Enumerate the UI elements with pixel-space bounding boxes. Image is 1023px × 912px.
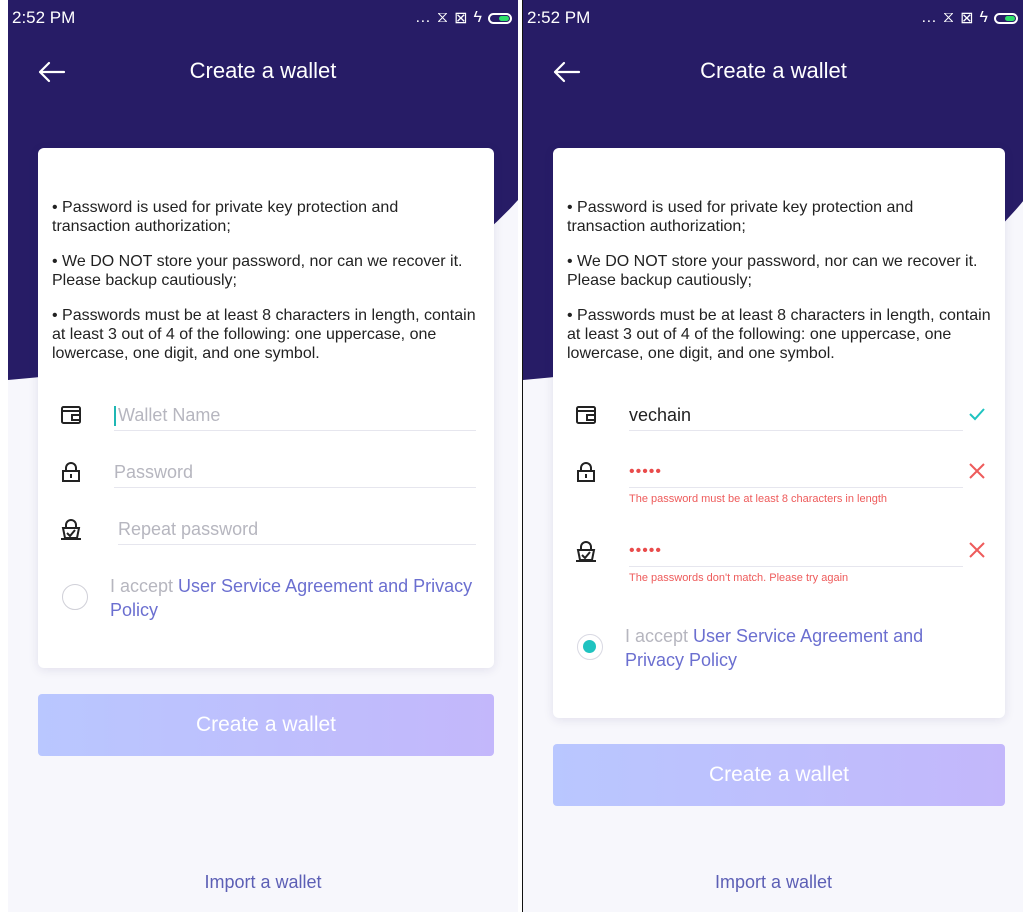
agreement-prefix: I accept (625, 626, 694, 646)
wallet-name-input[interactable]: vechain (629, 400, 963, 431)
agreement-text: I accept User Service Agreement and Priv… (625, 624, 985, 672)
repeat-password-field[interactable]: ••••• The passwords don't match. Please … (575, 536, 987, 584)
repeat-password-error-message: The passwords don't match. Please try ag… (629, 572, 849, 584)
accept-radio[interactable] (62, 584, 88, 610)
repeat-password-input[interactable]: ••••• (629, 536, 963, 567)
import-wallet-link[interactable]: Import a wallet (523, 872, 1023, 893)
password-field[interactable]: ••••• The password must be at least 8 ch… (575, 457, 987, 505)
wallet-name-field[interactable]: vechain (575, 400, 987, 440)
wifi-icon: ⧖ (436, 9, 449, 26)
status-time: 2:52 PM (527, 8, 591, 27)
repeat-password-field[interactable]: Repeat password (60, 514, 476, 554)
status-icons: … ⧖ ⊠ ϟ (921, 8, 1018, 28)
agreement-prefix: I accept (110, 576, 179, 596)
password-tips: • Password is used for private key prote… (52, 198, 480, 379)
status-icons: … ⧖ ⊠ ϟ (415, 8, 512, 28)
more-icon: … (920, 9, 937, 26)
password-input[interactable]: ••••• (629, 457, 963, 488)
form-card: • Password is used for private key prote… (38, 148, 494, 668)
page-title: Create a wallet (700, 58, 847, 83)
tip-item: • Passwords must be at least 8 character… (52, 307, 476, 362)
charging-icon: ϟ (979, 9, 988, 26)
text-cursor (114, 406, 116, 427)
status-time: 2:52 PM (12, 8, 76, 27)
wallet-name-field[interactable]: Wallet Name (60, 400, 476, 440)
repeat-password-input[interactable]: Repeat password (118, 514, 476, 545)
accept-radio-selected[interactable] (577, 634, 603, 660)
lock-check-icon (61, 519, 81, 540)
nav-bar: Create a wallet (523, 48, 1023, 96)
status-bar: 2:52 PM … ⧖ ⊠ ϟ (8, 0, 518, 36)
wallet-name-placeholder: Wallet Name (118, 405, 221, 425)
more-icon: … (414, 9, 431, 26)
password-error-message: The password must be at least 8 characte… (629, 493, 888, 505)
password-field[interactable]: Password (60, 457, 476, 497)
form-card: • Password is used for private key prote… (553, 148, 1005, 718)
agreement-row: I accept User Service Agreement and Priv… (62, 574, 474, 634)
nav-bar: Create a wallet (8, 48, 518, 96)
battery-icon (488, 12, 512, 24)
tip-item: • Password is used for private key prote… (567, 199, 914, 235)
sim-icon: ⊠ (960, 10, 974, 27)
sim-icon: ⊠ (454, 10, 468, 27)
tip-item: • Passwords must be at least 8 character… (567, 307, 991, 362)
status-bar: 2:52 PM … ⧖ ⊠ ϟ (523, 0, 1023, 36)
lock-icon (62, 462, 80, 482)
password-input[interactable]: Password (114, 457, 476, 488)
agreement-row: I accept User Service Agreement and Priv… (577, 624, 985, 684)
page-title: Create a wallet (189, 58, 337, 83)
wallet-icon (576, 406, 596, 424)
wallet-icon (61, 406, 81, 424)
agreement-text: I accept User Service Agreement and Priv… (110, 574, 474, 622)
wifi-icon: ⧖ (942, 9, 955, 26)
password-placeholder: Password (114, 462, 194, 482)
create-wallet-button[interactable]: Create a wallet (553, 744, 1005, 806)
create-wallet-button[interactable]: Create a wallet (38, 694, 494, 756)
password-tips: • Password is used for private key prote… (567, 198, 991, 379)
error-x-icon (969, 542, 985, 558)
tip-item: • We DO NOT store your password, nor can… (567, 253, 978, 289)
battery-icon (994, 12, 1018, 24)
check-icon (969, 408, 985, 421)
tip-item: • We DO NOT store your password, nor can… (52, 253, 463, 289)
screen-filled-form: 2:52 PM … ⧖ ⊠ ϟ Create a wallet • Passwo… (522, 0, 1023, 912)
import-wallet-link[interactable]: Import a wallet (8, 872, 518, 893)
lock-check-icon (576, 541, 596, 562)
charging-icon: ϟ (473, 9, 482, 26)
repeat-password-placeholder: Repeat password (118, 519, 259, 539)
wallet-name-input[interactable]: Wallet Name (114, 400, 476, 431)
lock-icon (577, 462, 595, 482)
tip-item: • Password is used for private key prote… (52, 199, 399, 235)
screen-empty-form: 2:52 PM … ⧖ ⊠ ϟ Create a wallet • Passwo… (8, 0, 518, 912)
error-x-icon (969, 463, 985, 479)
